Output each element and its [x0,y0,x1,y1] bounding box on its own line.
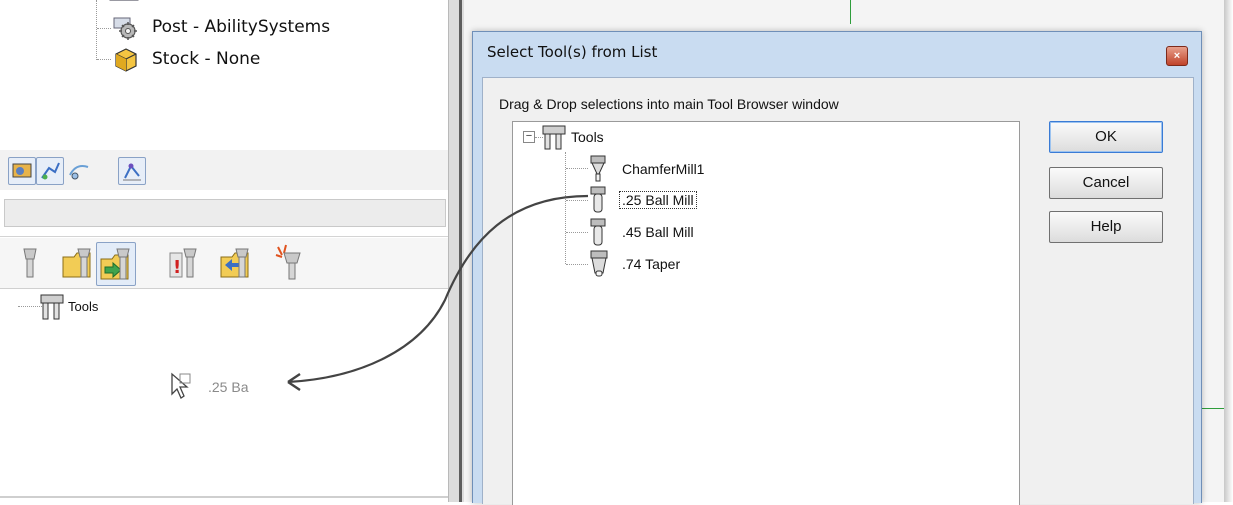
tools-group-icon [542,125,566,150]
tree-item-label: .45 Ball Mill [622,224,694,240]
simulation-view-icon [69,165,89,180]
ball-mill-icon [590,186,606,213]
tree-item-tool[interactable]: .45 Ball Mill [589,217,749,247]
tree-branch [566,168,588,170]
mill-tool-icon [23,248,37,278]
tool-warning-icon: ! [169,248,197,278]
save-tool-library-button[interactable] [218,243,250,283]
status-field [4,199,446,227]
machine-view-icon [12,163,32,178]
pane-border [0,496,448,498]
tree-item-tool[interactable]: .74 Taper [589,249,749,279]
new-tool-button[interactable] [14,243,46,283]
ball-mill-icon [590,218,606,246]
toolpath-view-icon [41,162,60,180]
clear-tools-button[interactable] [272,243,304,283]
ok-button[interactable]: OK [1049,121,1163,153]
instruction-text: Drag & Drop selections into main Tool Br… [499,96,839,112]
divider [0,236,448,237]
close-button[interactable]: × [1166,46,1188,66]
pane-splitter[interactable] [448,0,465,502]
taper-mill-icon [590,250,608,277]
tree-branch [97,28,111,30]
import-tools-button[interactable] [96,242,136,286]
gear-icon [113,17,137,40]
machine-item-partial [108,0,142,6]
tree-item-label: .74 Taper [622,256,681,272]
drag-cursor-icon [171,372,191,399]
tree-item-label: Stock - None [152,49,261,69]
tree-branch [18,306,42,308]
select-tools-dialog: Select Tool(s) from List × Drag & Drop s… [472,31,1202,505]
machine-icon [109,0,139,1]
tree-item-stock[interactable]: Stock - None [112,46,312,72]
stock-box-icon [115,48,137,72]
tree-item-label: Tools [571,129,604,145]
tree-item-post[interactable]: Post - AbilitySystems [112,16,352,40]
tree-item-label: ChamferMill1 [622,161,705,177]
drag-ghost-label: .25 Ba [208,379,249,395]
tree-item-label: .25 Ball Mill [619,191,697,209]
drag-ghost: .25 Ba [170,372,270,402]
tree-branch [566,200,588,202]
folder-tool-icon [62,248,91,278]
dialog-title: Select Tool(s) from List [487,43,658,61]
folder-save-icon [220,248,249,278]
tree-item-tool-selected[interactable]: .25 Ball Mill [589,185,749,215]
tree-branch [566,264,588,266]
tools-group-icon [40,294,64,320]
tree-branch [566,232,588,234]
collapse-toggle[interactable]: − [523,131,535,143]
tree-item-label: Tools [68,299,99,314]
view-button-2[interactable] [36,157,64,185]
svg-text:!: ! [173,257,181,278]
cancel-button[interactable]: Cancel [1049,167,1163,199]
tool-spark-icon [275,244,301,280]
view-button-1[interactable] [8,157,36,185]
tool-list-tree[interactable]: − Tools ChamferMill1 .25 Ball Mill .45 B… [512,121,1020,505]
dialog-body: Drag & Drop selections into main Tool Br… [482,77,1194,505]
tree-item-tools-root[interactable]: Tools [542,124,642,150]
folder-import-icon [100,248,130,280]
tree-branch [97,59,111,61]
tree-item-tool[interactable]: ChamferMill1 [589,154,749,184]
chamfer-mill-icon [590,155,606,182]
open-tool-library-button[interactable] [60,243,92,283]
operations-view-icon [123,163,141,181]
view-toolbar [0,150,448,190]
help-button[interactable]: Help [1049,211,1163,243]
view-button-3[interactable] [66,157,92,183]
window-shadow [1224,0,1233,502]
tree-connector [96,0,98,60]
view-button-4[interactable] [118,157,146,185]
grid-line [1200,408,1224,409]
tree-item-tools-root[interactable]: Tools [40,293,130,321]
left-pane: Post - AbilitySystems Stock - None ! Too… [0,0,448,502]
grid-line [850,0,851,24]
delete-tool-button[interactable]: ! [166,243,198,283]
tree-item-label: Post - AbilitySystems [152,17,331,37]
tool-browser-toolbar: ! [0,238,448,289]
